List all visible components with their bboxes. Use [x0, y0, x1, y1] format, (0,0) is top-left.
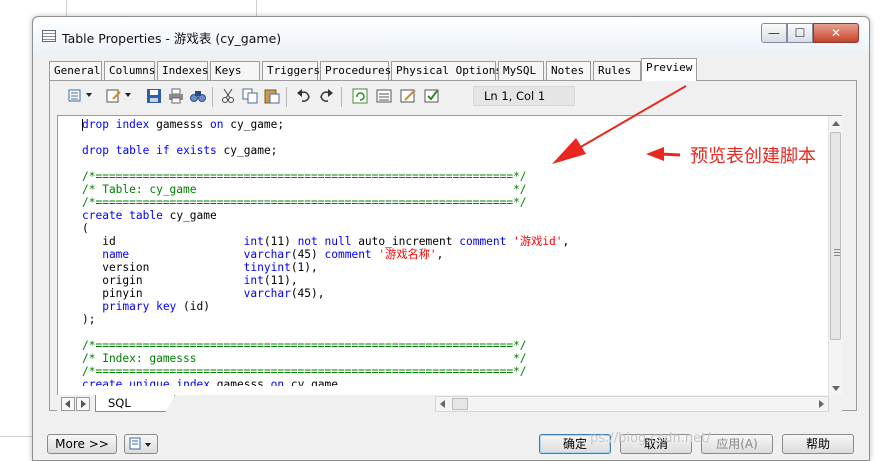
annotation-text: 预览表创建脚本	[690, 146, 816, 167]
annotation-arrow-head	[552, 138, 586, 164]
annotation-arrows	[552, 85, 687, 164]
annotation-arrow-line	[571, 85, 687, 153]
watermark-text: ps://blog.csdn.net/	[590, 431, 711, 446]
tab-preview[interactable]: Preview	[641, 58, 697, 81]
annotation-pointer-head	[646, 147, 664, 161]
